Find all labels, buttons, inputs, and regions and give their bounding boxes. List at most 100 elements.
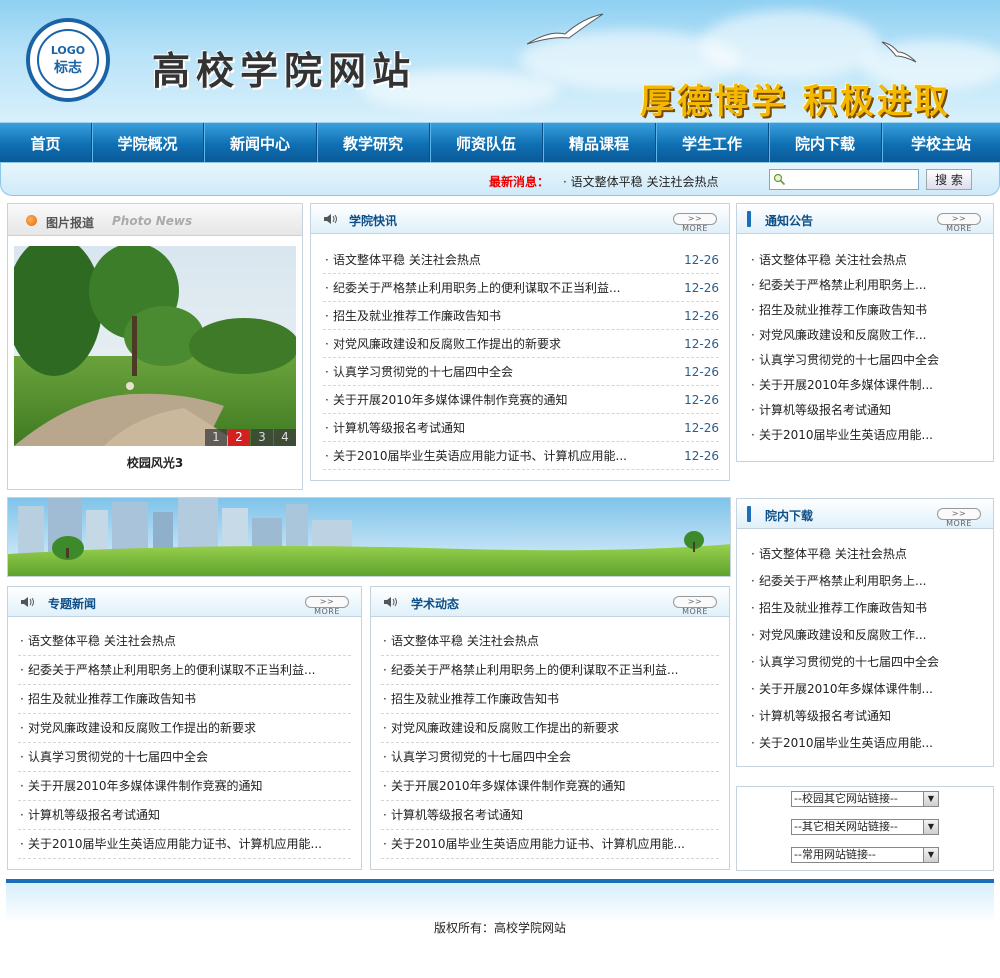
list-item[interactable]: 认真学习贯彻党的十七届四中全会 xyxy=(18,743,351,772)
list-item[interactable]: 纪委关于严格禁止利用职务上的便利谋取不正当利益... xyxy=(18,656,351,685)
list-item[interactable]: 计算机等级报名考试通知 xyxy=(749,398,985,423)
list-item[interactable]: 关于2010届毕业生英语应用能力证书、计算机应用能... 12-26 xyxy=(323,442,719,470)
title-bar-icon xyxy=(747,211,751,227)
college-news-title: 学院快讯 xyxy=(349,214,398,228)
list-item[interactable]: 关于开展2010年多媒体课件制... xyxy=(749,676,985,703)
list-item[interactable]: 关于开展2010年多媒体课件制作竞赛的通知 12-26 xyxy=(323,386,719,414)
news-date: 12-26 xyxy=(684,253,719,267)
nav-item-overview[interactable]: 学院概况 xyxy=(92,123,204,163)
academic-panel: 学术动态 >> MORE 语文整体平稳 关注社会热点 纪委关于严格禁止利用职务上… xyxy=(370,586,730,870)
seagull-icon xyxy=(526,13,604,45)
speaker-icon xyxy=(384,597,397,607)
nav-item-teaching[interactable]: 教学研究 xyxy=(317,123,430,163)
list-item[interactable]: 认真学习贯彻党的十七届四中全会 xyxy=(749,348,985,373)
news-date: 12-26 xyxy=(684,309,719,323)
related-sites-select[interactable]: --其它相关网站链接-- ▼ xyxy=(791,819,939,835)
news-title: 关于开展2010年多媒体课件制作竞赛的通知 xyxy=(333,393,568,407)
pager-page-4[interactable]: 4 xyxy=(274,429,296,446)
nav-item-students[interactable]: 学生工作 xyxy=(656,123,769,163)
list-item[interactable]: 纪委关于严格禁止利用职务上的便利谋取不正当利益... 12-26 xyxy=(323,274,719,302)
list-item[interactable]: 语文整体平稳 关注社会热点 12-26 xyxy=(323,246,719,274)
notices-more-button[interactable]: >> MORE xyxy=(937,213,981,233)
logo-text: LOGO xyxy=(50,43,86,57)
list-item[interactable]: 认真学习贯彻党的十七届四中全会 12-26 xyxy=(323,358,719,386)
list-item[interactable]: 关于2010届毕业生英语应用能力证书、计算机应用能... xyxy=(18,830,351,859)
list-item[interactable]: 关于2010届毕业生英语应用能... xyxy=(749,423,985,448)
campus-sites-select[interactable]: --校园其它网站链接-- ▼ xyxy=(791,791,939,807)
downloads-list: 语文整体平稳 关注社会热点 纪委关于严格禁止利用职务上... 招生及就业推荐工作… xyxy=(749,541,985,757)
notices-title: 通知公告 xyxy=(765,214,814,228)
news-title: 纪委关于严格禁止利用职务上的便利谋取不正当利益... xyxy=(333,281,621,295)
downloads-panel: 院内下载 >> MORE 语文整体平稳 关注社会热点 纪委关于严格禁止利用职务上… xyxy=(736,498,994,767)
college-news-header: 学院快讯 >> MORE xyxy=(311,204,729,234)
special-news-more-button[interactable]: >> MORE xyxy=(305,596,349,616)
search-button[interactable]: 搜 索 xyxy=(926,169,972,190)
speaker-icon xyxy=(324,214,337,224)
campus-photo[interactable]: 1 2 3 4 xyxy=(14,246,296,446)
list-item[interactable]: 关于开展2010年多媒体课件制... xyxy=(749,373,985,398)
site-title: 高校学院网站 xyxy=(152,48,417,93)
list-item[interactable]: 对党风廉政建设和反腐败工作提出的新要求 xyxy=(18,714,351,743)
list-item[interactable]: 招生及就业推荐工作廉政告知书 12-26 xyxy=(323,302,719,330)
list-item[interactable]: 认真学习贯彻党的十七届四中全会 xyxy=(381,743,719,772)
list-item[interactable]: 计算机等级报名考试通知 xyxy=(749,703,985,730)
common-sites-select[interactable]: --常用网站链接-- ▼ xyxy=(791,847,939,863)
college-news-panel: 学院快讯 >> MORE 语文整体平稳 关注社会热点 12-26 纪委关于严格禁止… xyxy=(310,203,730,481)
list-item[interactable]: 对党风廉政建设和反腐败工作... xyxy=(749,622,985,649)
pager-page-1[interactable]: 1 xyxy=(205,429,227,446)
list-item[interactable]: 关于开展2010年多媒体课件制作竞赛的通知 xyxy=(381,772,719,801)
site-header: LOGO 标志 高校学院网站 厚德博学 积极进取 xyxy=(0,0,1000,122)
nav-item-home[interactable]: 首页 xyxy=(0,123,92,163)
site-logo[interactable]: LOGO 标志 xyxy=(26,18,110,102)
photo-caption[interactable]: 校园风光3 xyxy=(8,454,302,471)
dropdown-arrow-icon: ▼ xyxy=(923,792,938,806)
list-item[interactable]: 关于2010届毕业生英语应用能力证书、计算机应用能... xyxy=(381,830,719,859)
list-item[interactable]: 关于2010届毕业生英语应用能... xyxy=(749,730,985,757)
news-title: 计算机等级报名考试通知 xyxy=(333,421,466,435)
college-news-more-button[interactable]: >> MORE xyxy=(673,213,717,233)
list-item[interactable]: 语文整体平稳 关注社会热点 xyxy=(18,627,351,656)
nav-item-courses[interactable]: 精品课程 xyxy=(543,123,656,163)
list-item[interactable]: 对党风廉政建设和反腐败工作... xyxy=(749,323,985,348)
list-item[interactable]: 计算机等级报名考试通知 12-26 xyxy=(323,414,719,442)
nav-item-news[interactable]: 新闻中心 xyxy=(204,123,317,163)
pager-page-3[interactable]: 3 xyxy=(251,429,273,446)
list-item[interactable]: 语文整体平稳 关注社会热点 xyxy=(749,248,985,273)
news-date: 12-26 xyxy=(684,421,719,435)
latest-news-label: 最新消息： xyxy=(489,175,550,189)
list-item[interactable]: 招生及就业推荐工作廉政告知书 xyxy=(749,298,985,323)
pager-page-2[interactable]: 2 xyxy=(228,429,250,446)
list-item[interactable]: 语文整体平稳 关注社会热点 xyxy=(749,541,985,568)
list-item[interactable]: 招生及就业推荐工作廉政告知书 xyxy=(18,685,351,714)
nav-item-main-site[interactable]: 学校主站 xyxy=(882,123,1000,163)
nav-item-downloads[interactable]: 院内下载 xyxy=(769,123,882,163)
list-item[interactable]: 语文整体平稳 关注社会热点 xyxy=(381,627,719,656)
list-item[interactable]: 计算机等级报名考试通知 xyxy=(381,801,719,830)
latest-news-ticker[interactable]: · 语文整体平稳 关注社会热点 xyxy=(563,173,718,190)
nav-item-faculty[interactable]: 师资队伍 xyxy=(430,123,543,163)
academic-more-button[interactable]: >> MORE xyxy=(673,596,717,616)
logo-subtext: 标志 xyxy=(54,59,82,76)
list-item[interactable]: 纪委关于严格禁止利用职务上... xyxy=(749,568,985,595)
list-item[interactable]: 计算机等级报名考试通知 xyxy=(18,801,351,830)
dropdown-arrow-icon: ▼ xyxy=(923,848,938,862)
list-item[interactable]: 招生及就业推荐工作廉政告知书 xyxy=(381,685,719,714)
list-item[interactable]: 纪委关于严格禁止利用职务上... xyxy=(749,273,985,298)
news-title: 语文整体平稳 关注社会热点 xyxy=(333,253,481,267)
news-date: 12-26 xyxy=(684,449,719,463)
list-item[interactable]: 认真学习贯彻党的十七届四中全会 xyxy=(749,649,985,676)
photo-news-title: 图片报道 xyxy=(46,216,95,230)
list-item[interactable]: 对党风廉政建设和反腐败工作提出的新要求 xyxy=(381,714,719,743)
downloads-more-button[interactable]: >> MORE xyxy=(937,508,981,528)
news-date: 12-26 xyxy=(684,393,719,407)
list-item[interactable]: 对党风廉政建设和反腐败工作提出的新要求 12-26 xyxy=(323,330,719,358)
list-item[interactable]: 关于开展2010年多媒体课件制作竞赛的通知 xyxy=(18,772,351,801)
speaker-icon xyxy=(21,597,34,607)
campus-banner xyxy=(7,497,731,577)
bullet-dot-icon xyxy=(26,215,37,226)
news-title: 关于2010届毕业生英语应用能力证书、计算机应用能... xyxy=(333,449,627,463)
footer-background xyxy=(6,883,994,923)
list-item[interactable]: 招生及就业推荐工作廉政告知书 xyxy=(749,595,985,622)
list-item[interactable]: 纪委关于严格禁止利用职务上的便利谋取不正当利益... xyxy=(381,656,719,685)
search-input[interactable] xyxy=(769,169,919,190)
